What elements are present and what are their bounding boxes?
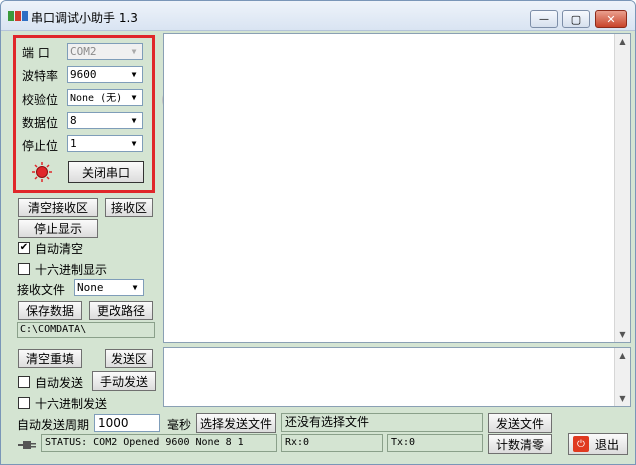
maximize-icon: ▢	[570, 12, 582, 26]
stopbits-select[interactable]: 1 ▼	[67, 135, 143, 152]
send-textarea[interactable]: ▲ ▼	[163, 347, 631, 407]
power-icon: ⏻	[573, 436, 589, 452]
port-label: 端 口	[22, 46, 50, 60]
scroll-down-icon[interactable]: ▼	[615, 327, 630, 342]
port-status-led-icon	[32, 162, 52, 182]
hex-send-checkbox[interactable]	[18, 397, 30, 409]
send-file-status: 还没有选择文件	[281, 413, 483, 432]
parity-select[interactable]: None (无) ▼	[67, 89, 143, 106]
hex-send-label: 十六进制发送	[35, 397, 108, 411]
minimize-button[interactable]: —	[530, 10, 558, 28]
auto-clear-label: 自动清空	[35, 242, 84, 256]
parity-label: 校验位	[22, 93, 59, 107]
receive-area-button[interactable]: 接收区	[105, 198, 153, 217]
auto-send-label: 自动发送	[35, 376, 84, 390]
send-period-input[interactable]: 1000	[94, 414, 160, 432]
plug-icon	[18, 441, 36, 449]
stopbits-value: 1	[70, 137, 77, 150]
chevron-down-icon: ▼	[132, 283, 138, 292]
scroll-up-icon[interactable]: ▲	[615, 348, 630, 363]
scroll-up-icon[interactable]: ▲	[615, 34, 630, 49]
choose-send-file-button[interactable]: 选择发送文件	[196, 413, 276, 433]
chevron-down-icon: ▼	[131, 70, 137, 79]
close-icon: ✕	[606, 12, 616, 26]
receive-file-value: None	[77, 281, 104, 294]
clear-receive-button[interactable]: 清空接收区	[18, 198, 98, 217]
chevron-down-icon: ▼	[131, 47, 137, 56]
receive-scrollbar[interactable]: ▲ ▼	[614, 34, 630, 342]
title-bar: 串口调试小助手 1.3 — ▢ ✕	[1, 1, 635, 31]
rx-counter: Rx:0	[281, 434, 383, 452]
chevron-down-icon: ▼	[131, 116, 137, 125]
receive-file-select[interactable]: None ▼	[74, 279, 144, 296]
port-select: COM2 ▼	[67, 43, 143, 60]
maximize-button[interactable]: ▢	[562, 10, 590, 28]
baud-value: 9600	[70, 68, 97, 81]
close-port-button[interactable]: 关闭串口	[68, 161, 144, 183]
databits-label: 数据位	[22, 116, 59, 130]
status-text: STATUS: COM2 Opened 9600 None 8 1	[41, 434, 277, 452]
auto-clear-checkbox[interactable]: ✔	[18, 242, 30, 254]
manual-send-button[interactable]: 手动发送	[92, 371, 156, 391]
hex-display-checkbox[interactable]	[18, 263, 30, 275]
app-icon	[8, 11, 28, 21]
change-path-button[interactable]: 更改路径	[89, 301, 153, 320]
databits-select[interactable]: 8 ▼	[67, 112, 143, 129]
scroll-down-icon[interactable]: ▼	[615, 391, 630, 406]
save-data-button[interactable]: 保存数据	[18, 301, 82, 320]
send-period-label: 自动发送周期	[17, 418, 90, 432]
close-button[interactable]: ✕	[595, 10, 627, 28]
exit-button[interactable]: ⏻ 退出	[568, 433, 628, 455]
ms-label: 毫秒	[167, 418, 192, 432]
stopbits-label: 停止位	[22, 139, 59, 153]
parity-value: None (无)	[70, 93, 123, 104]
port-value: COM2	[70, 45, 97, 58]
auto-send-checkbox[interactable]	[18, 376, 30, 388]
send-file-button[interactable]: 发送文件	[488, 413, 552, 433]
app-window: 串口调试小助手 1.3 — ▢ ✕ 端 口 COM2 ▼ 波特率 9600 ▼ …	[0, 0, 636, 465]
receive-textarea[interactable]: ▲ ▼	[163, 33, 631, 343]
exit-label: 退出	[595, 437, 620, 452]
save-path-field: C:\COMDATA\	[17, 322, 155, 338]
chevron-down-icon: ▼	[131, 139, 137, 148]
reset-count-button[interactable]: 计数清零	[488, 434, 552, 454]
baud-label: 波特率	[22, 69, 59, 83]
send-scrollbar[interactable]: ▲ ▼	[614, 348, 630, 406]
hex-display-label: 十六进制显示	[35, 263, 108, 277]
databits-value: 8	[70, 114, 77, 127]
stop-display-button[interactable]: 停止显示	[18, 219, 98, 238]
minimize-icon: —	[539, 13, 549, 25]
clear-send-button[interactable]: 清空重填	[18, 349, 82, 368]
chevron-down-icon: ▼	[131, 93, 137, 102]
send-area-button[interactable]: 发送区	[105, 349, 153, 368]
tx-counter: Tx:0	[387, 434, 483, 452]
window-title: 串口调试小助手 1.3	[31, 11, 138, 25]
baud-select[interactable]: 9600 ▼	[67, 66, 143, 83]
receive-file-label: 接收文件	[17, 283, 66, 297]
